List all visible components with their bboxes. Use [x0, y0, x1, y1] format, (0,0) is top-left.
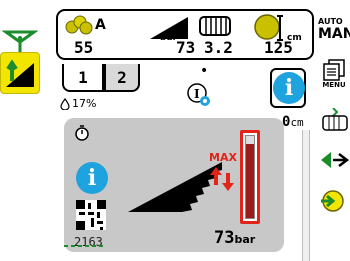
page-indicator-dot: • — [200, 63, 209, 79]
scrollbar[interactable] — [302, 130, 310, 261]
tab-1-label: 1 — [78, 67, 88, 87]
crop-height-icon — [6, 59, 34, 87]
moisture-indicator: 17% — [60, 97, 96, 110]
pressure-readout-unit: bar — [234, 233, 256, 246]
crop-icon — [65, 15, 93, 35]
bale-icon — [199, 16, 231, 36]
moisture-value: 17% — [72, 97, 97, 110]
bale-wrap-button[interactable] — [318, 104, 350, 136]
man-label: MAN — [318, 25, 350, 42]
feed-roller-icon — [321, 190, 344, 212]
water-drop-icon — [60, 97, 70, 110]
tab-2-label: 2 — [117, 67, 127, 87]
height-readout: 0cm — [282, 114, 304, 130]
stopwatch-icon — [75, 125, 89, 141]
info-icon-card[interactable]: i — [76, 162, 108, 194]
pressure-card: i 2163 MAX 73bar — [64, 118, 284, 252]
tab-1[interactable]: 1 — [62, 64, 104, 92]
info-settings-button[interactable]: I — [186, 82, 212, 108]
pressure-gauge-fill — [246, 144, 254, 218]
crop-value: 55 — [74, 38, 94, 57]
info-box[interactable]: i — [270, 68, 306, 108]
pressure-gauge — [240, 130, 260, 224]
qr-code-icon[interactable] — [76, 200, 106, 230]
crop-type-label: A — [95, 17, 106, 33]
auto-label: AUTO — [318, 16, 343, 26]
ground-line-icon — [64, 245, 104, 247]
menu-label: MENU — [322, 81, 346, 89]
pressure-readout-value: 73 — [214, 228, 235, 248]
height-readout-unit: cm — [290, 116, 304, 129]
pressure-up-down-icon — [210, 167, 234, 191]
pressure-unit: bar — [160, 33, 177, 43]
auto-man-button[interactable]: AUTO MAN — [318, 12, 350, 46]
max-label: MAX — [209, 151, 237, 164]
pressure-gauge-track — [245, 135, 255, 219]
pressure-readout: 73bar — [214, 228, 255, 248]
height-value: 125 — [264, 38, 293, 57]
info-gear-icon: I — [187, 83, 210, 106]
machine-info-bar: A 55 bar 73 3.2 cm 125 — [56, 9, 314, 60]
svg-text:I: I — [194, 87, 200, 101]
bale-wrap-icon — [322, 108, 348, 131]
tab-2[interactable]: 2 — [104, 64, 140, 92]
crop-height-button[interactable] — [0, 52, 40, 94]
pressure-value: 73 — [176, 38, 196, 57]
menu-button[interactable]: MENU — [318, 52, 350, 96]
bale-value: 3.2 — [204, 38, 233, 57]
menu-icon — [323, 59, 345, 81]
feed-roller-button[interactable] — [318, 186, 350, 216]
info-icon: i — [273, 72, 305, 104]
cutter-arrows-icon — [321, 152, 349, 168]
cutter-button[interactable] — [318, 144, 350, 176]
